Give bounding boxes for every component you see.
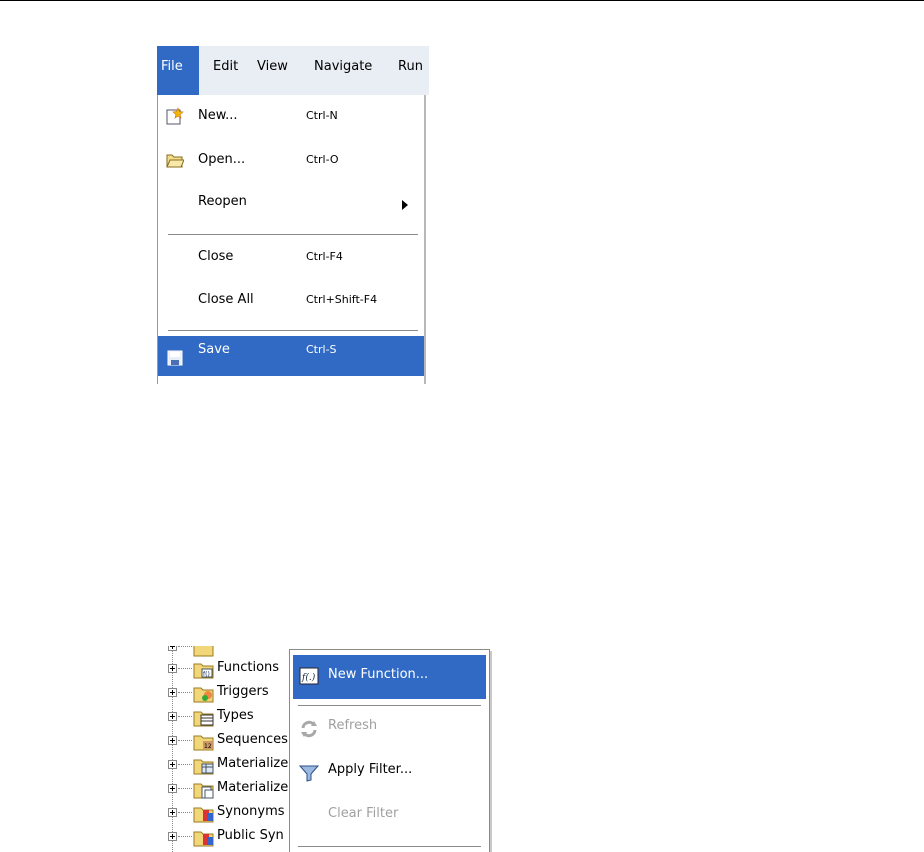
expand-icon[interactable] (168, 646, 177, 651)
menu-item-close-shortcut: Ctrl-F4 (306, 250, 343, 263)
menu-item-close-all-label: Close All (198, 292, 254, 307)
context-item-clear-filter[interactable]: Clear Filter (293, 794, 486, 838)
context-menu-screenshot: f() Functions Triggers Types 12 Sequence… (160, 646, 492, 852)
tree-connector (178, 788, 192, 789)
tree-node-label: Materialized (217, 756, 297, 771)
tree-connector (178, 836, 192, 837)
context-item-label: New Function... (328, 667, 429, 682)
sequences-folder-icon: 12 (193, 735, 214, 751)
context-item-refresh[interactable]: Refresh (293, 706, 486, 750)
tree-connector (178, 668, 192, 669)
menu-separator (168, 330, 418, 332)
menu-file[interactable]: File (157, 46, 199, 95)
tree-node-functions[interactable]: f() Functions (160, 658, 300, 682)
folder-icon (193, 646, 214, 657)
menu-view[interactable]: View (253, 46, 288, 95)
menu-item-close-all[interactable]: Close All Ctrl+Shift-F4 (158, 279, 424, 321)
expand-icon[interactable] (168, 688, 177, 697)
tree-node-label: Triggers (217, 684, 269, 699)
tree-node-synonyms[interactable]: Synonyms (160, 802, 300, 826)
tree-node-label: Sequences (217, 732, 288, 747)
menu-item-close-label: Close (198, 249, 234, 264)
types-folder-icon (193, 711, 214, 727)
menu-item-reopen-label: Reopen (198, 194, 247, 209)
file-menu-screenshot: File Edit View Navigate Run New... Ctrl-… (157, 46, 429, 384)
context-item-label: Refresh (328, 718, 378, 733)
public-synonyms-folder-icon (193, 831, 214, 847)
menu-navigate-label: Navigate (314, 59, 373, 74)
tree-node-label: Functions (217, 660, 280, 675)
submenu-arrow-icon (402, 200, 408, 210)
tree-node-label: Materialized (217, 780, 297, 795)
tree-node-label: Synonyms (217, 804, 285, 819)
expand-icon[interactable] (168, 760, 177, 769)
menu-run-label: Run (398, 59, 423, 74)
function-icon: f(.) (299, 667, 319, 685)
tree-connector (178, 692, 192, 693)
synonyms-folder-icon (193, 807, 214, 823)
context-menu-separator (298, 846, 481, 848)
menu-item-new[interactable]: New... Ctrl-N (158, 95, 424, 137)
tree-node-label: Public Syn (217, 828, 284, 843)
tree-connector (178, 716, 192, 717)
folder-open-icon (166, 154, 184, 168)
file-dropdown: New... Ctrl-N Open... Ctrl-O Reopen Clos… (157, 95, 426, 384)
menu-item-save-shortcut: Ctrl-S (306, 343, 337, 356)
menu-item-new-shortcut: Ctrl-N (306, 109, 338, 122)
menu-run[interactable]: Run (394, 46, 423, 95)
menu-view-label: View (257, 59, 288, 74)
menu-item-close[interactable]: Close Ctrl-F4 (158, 236, 424, 278)
menu-edit-label: Edit (213, 59, 239, 74)
functions-folder-icon: f() (193, 663, 214, 679)
materialized-log-folder-icon (193, 783, 214, 799)
expand-icon[interactable] (168, 808, 177, 817)
svg-text:f(.): f(.) (301, 672, 316, 683)
expand-icon[interactable] (168, 736, 177, 745)
svg-text:f(): f() (203, 671, 210, 678)
menu-item-open[interactable]: Open... Ctrl-O (158, 139, 424, 181)
menu-item-save-label: Save (198, 342, 230, 357)
materialized-folder-icon (193, 759, 214, 775)
tree-node-materialized-logs[interactable]: Materialized (160, 778, 300, 802)
save-disk-icon (167, 350, 183, 366)
tree-connector (178, 812, 192, 813)
new-file-icon (166, 107, 184, 125)
triggers-folder-icon (193, 687, 214, 703)
tree-node-sequences[interactable]: 12 Sequences (160, 730, 300, 754)
tree-node-triggers[interactable]: Triggers (160, 682, 300, 706)
tree-connector (178, 764, 192, 765)
context-menu: f(.) New Function... Refresh Apply Filte… (289, 649, 490, 852)
expand-icon[interactable] (168, 712, 177, 721)
refresh-icon (301, 720, 317, 738)
menu-item-close-all-shortcut: Ctrl+Shift-F4 (306, 293, 378, 306)
menu-item-reopen[interactable]: Reopen (158, 181, 424, 223)
tree-node-materialized-views[interactable]: Materialized (160, 754, 300, 778)
tree-connector (178, 646, 192, 647)
menu-file-label: File (161, 59, 183, 74)
tree-node-label: Types (217, 708, 254, 723)
context-item-label: Apply Filter... (328, 762, 413, 777)
tree-connector (178, 740, 192, 741)
context-item-label: Clear Filter (328, 806, 399, 821)
expand-icon[interactable] (168, 832, 177, 841)
tree-node-types[interactable]: Types (160, 706, 300, 730)
tree-node-public-synonyms[interactable]: Public Syn (160, 826, 300, 850)
menu-edit[interactable]: Edit (209, 46, 238, 95)
menu-bar: File Edit View Navigate Run (157, 46, 429, 95)
page-top-rule (0, 0, 924, 1)
context-item-apply-filter[interactable]: Apply Filter... (293, 750, 486, 794)
filter-funnel-icon (299, 765, 319, 782)
svg-text:12: 12 (204, 743, 212, 750)
menu-item-open-label: Open... (198, 152, 246, 167)
menu-item-new-label: New... (198, 108, 238, 123)
expand-icon[interactable] (168, 664, 177, 673)
expand-icon[interactable] (168, 784, 177, 793)
menu-navigate[interactable]: Navigate (310, 46, 372, 95)
menu-item-save[interactable]: Save Ctrl-S (158, 336, 424, 376)
context-item-new-function[interactable]: f(.) New Function... (293, 655, 486, 699)
menu-item-open-shortcut: Ctrl-O (306, 153, 339, 166)
